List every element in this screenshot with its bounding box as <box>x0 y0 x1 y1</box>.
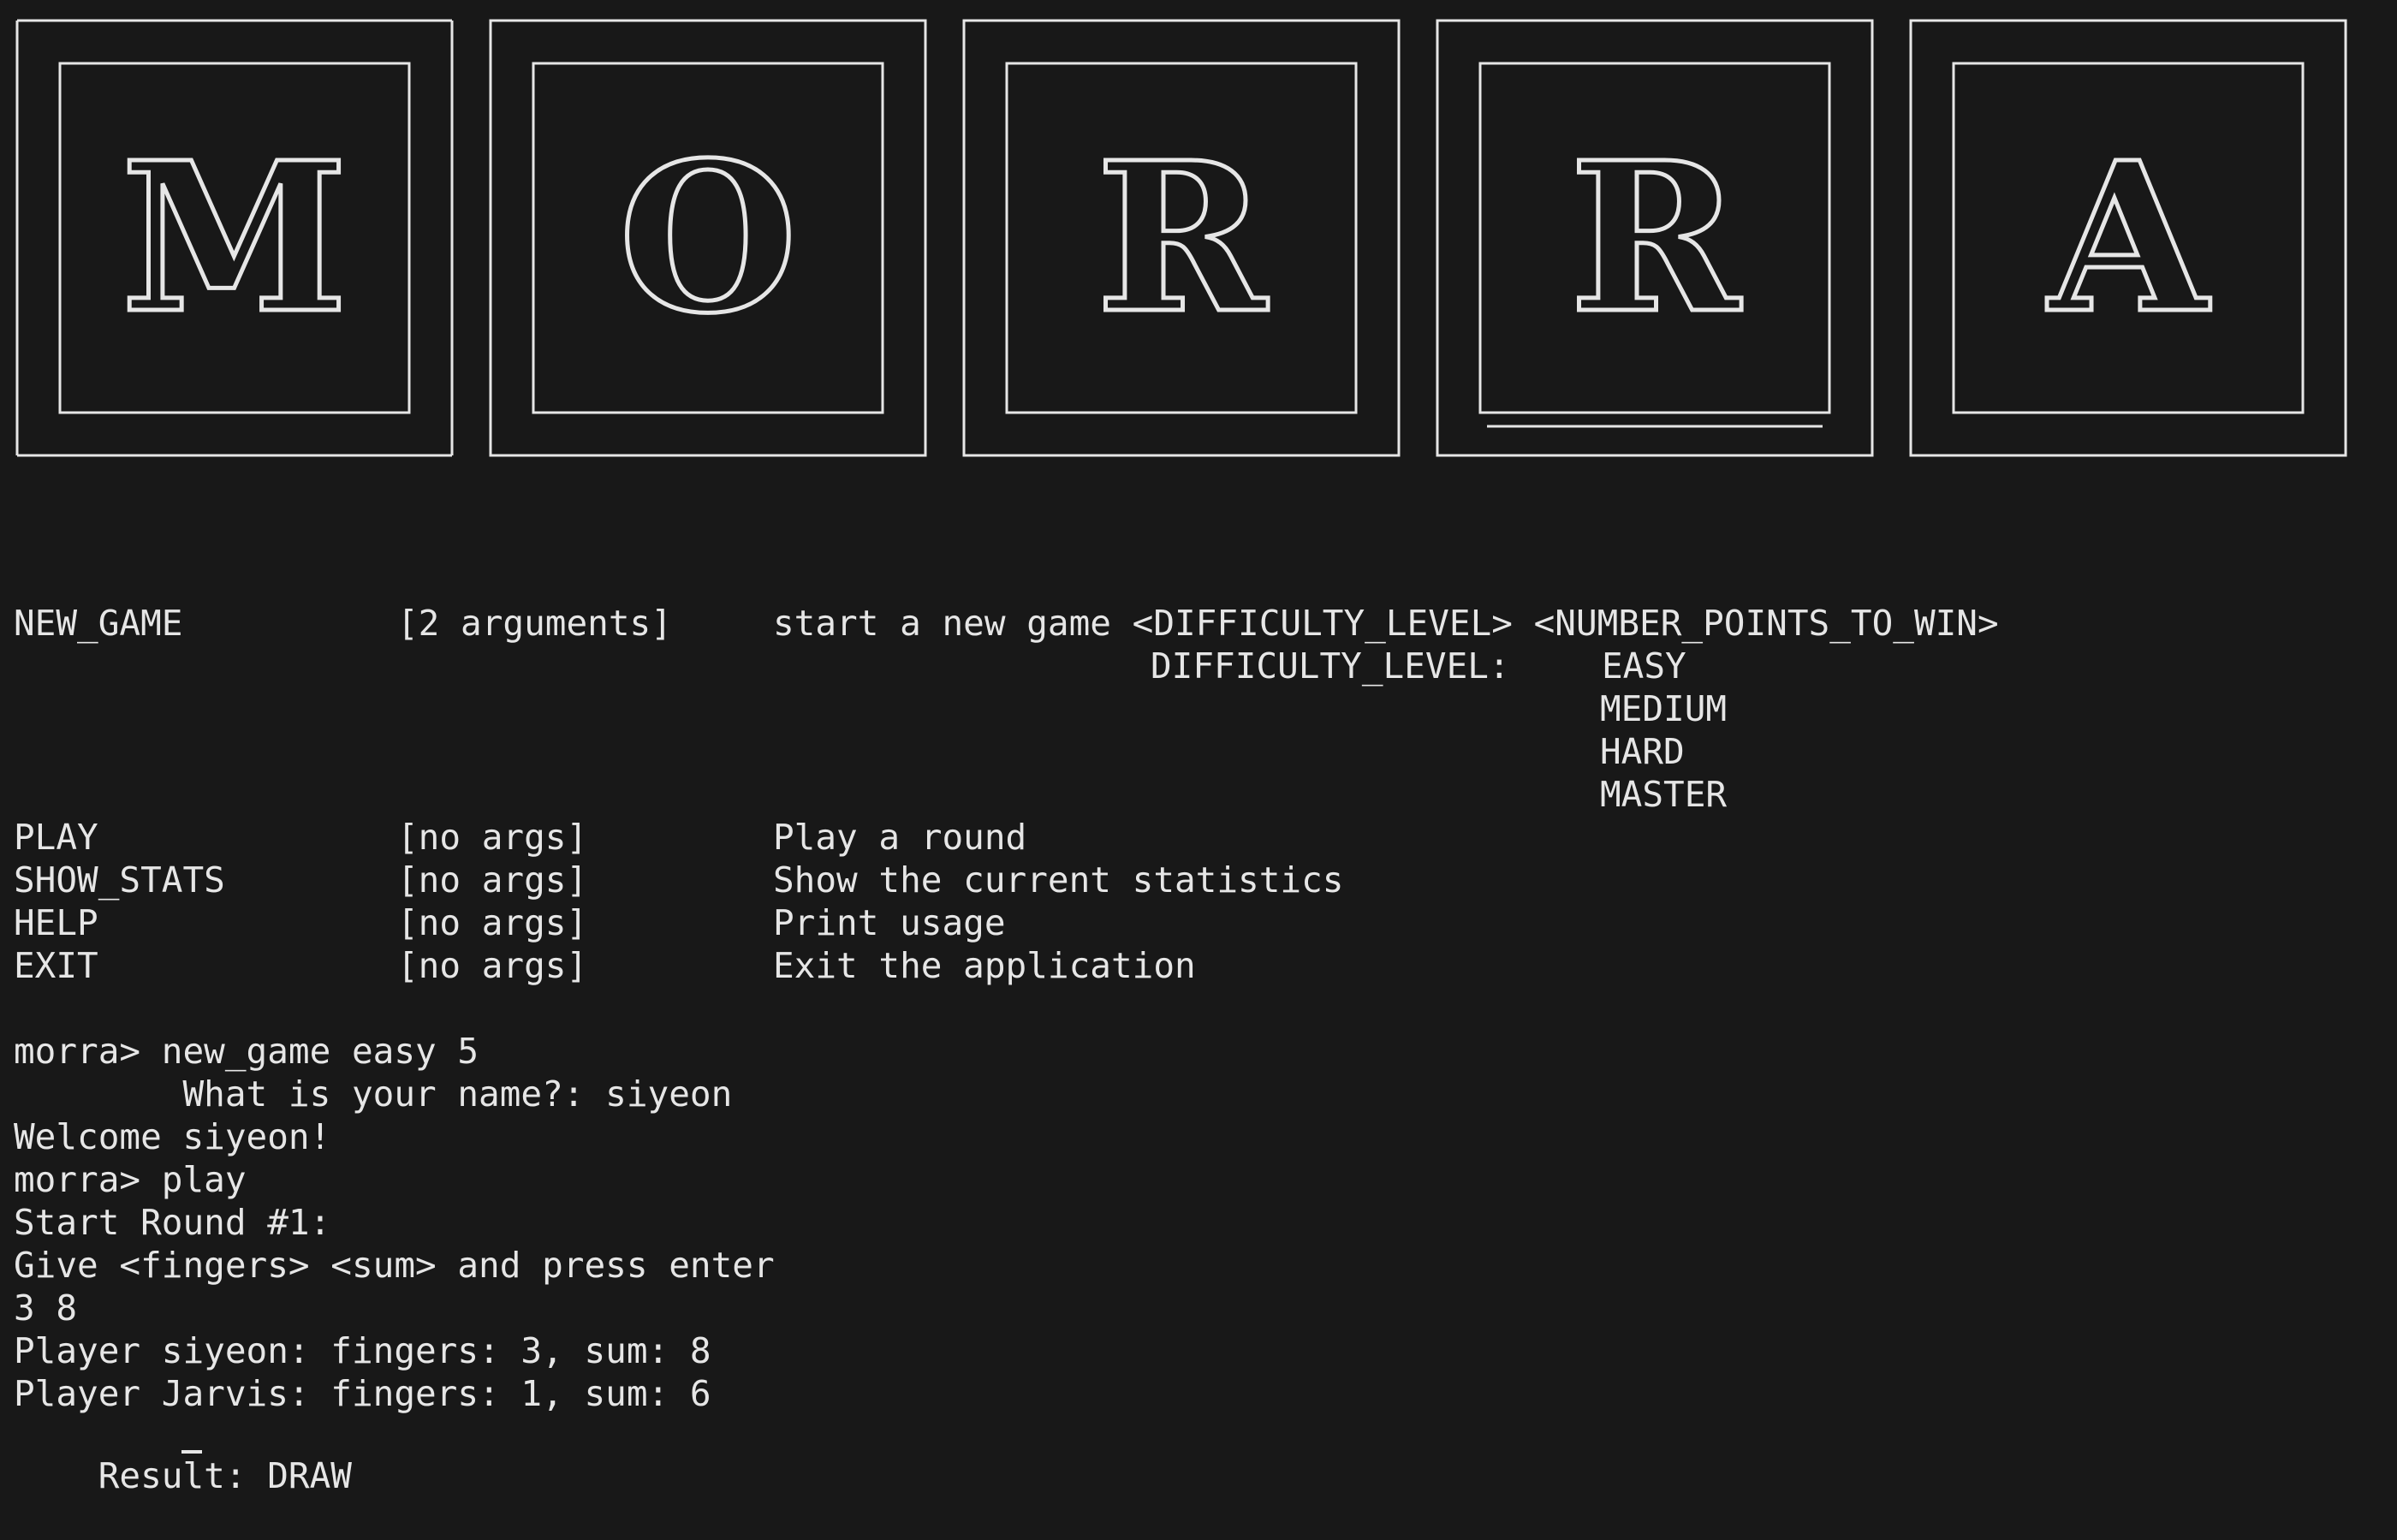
help-row-show-stats: SHOW_STATS [no args] Show the current st… <box>14 859 1343 901</box>
help-command: SHOW_STATS <box>14 859 225 901</box>
session-line-prompt: What is your name?: siyeon <box>14 1073 733 1115</box>
session-line-output: Player siyeon: fingers: 3, sum: 8 <box>14 1330 711 1371</box>
difficulty-row: DIFFICULTY_LEVEL: EASY <box>14 645 1686 687</box>
session-line-output: Give <fingers> <sum> and press enter <box>14 1245 775 1286</box>
session-line-output: Welcome siyeon! <box>14 1116 331 1157</box>
session-line-output: Player Jarvis: fingers: 1, sum: 6 <box>14 1373 711 1414</box>
help-row-new-game: NEW_GAME [2 arguments] start a new game … <box>14 602 1999 645</box>
difficulty-label: DIFFICULTY_LEVEL: <box>1151 645 1510 687</box>
help-description: Show the current statistics <box>773 859 1344 901</box>
help-args: [no args] <box>397 817 588 858</box>
help-args: [no args] <box>397 945 588 986</box>
banner-block-m: M <box>12 15 457 461</box>
difficulty-row: MEDIUM <box>14 687 1727 730</box>
help-row-play: PLAY [no args] Play a round <box>14 816 1026 859</box>
help-command: EXIT <box>14 945 98 986</box>
morra-banner: M O R R A <box>12 15 2385 461</box>
banner-block-o: O <box>485 15 931 461</box>
help-description: start a new game <DIFFICULTY_LEVEL> <NUM… <box>773 603 1999 644</box>
session-line-result[interactable]: Result: DRAW <box>14 1412 352 1496</box>
session-line-command: morra> play <box>14 1159 247 1200</box>
session-line-output: Start Round #1: <box>14 1202 331 1243</box>
help-row-help: HELP [no args] Print usage <box>14 901 1006 944</box>
terminal-cursor <box>181 1450 202 1454</box>
difficulty-level-hard: HARD <box>1600 731 1685 772</box>
help-args: [2 arguments] <box>397 603 672 644</box>
difficulty-level-easy: EASY <box>1602 645 1686 687</box>
help-args: [no args] <box>397 859 588 901</box>
banner-letter: R <box>1567 117 1742 359</box>
result-text: Result: DRAW <box>98 1455 352 1496</box>
session-line-command: morra> new_game easy 5 <box>14 1031 479 1072</box>
help-description: Print usage <box>773 902 1006 943</box>
banner-letter: M <box>119 117 351 359</box>
banner-letter: O <box>616 117 800 359</box>
difficulty-level-medium: MEDIUM <box>1600 688 1728 729</box>
session-line-input: 3 8 <box>14 1287 78 1329</box>
banner-letter: A <box>2046 117 2210 359</box>
help-command: HELP <box>14 902 98 943</box>
difficulty-level-master: MASTER <box>1600 774 1728 815</box>
difficulty-row: HARD <box>14 730 1685 773</box>
banner-block-r2: R <box>1432 15 1877 461</box>
help-command: NEW_GAME <box>14 603 183 644</box>
banner-letter: R <box>1094 117 1269 359</box>
help-args: [no args] <box>397 902 588 943</box>
terminal-window[interactable]: M O R R A NEW_GAME [2 arguments] start a… <box>0 0 2397 1496</box>
banner-block-r: R <box>959 15 1404 461</box>
help-description: Play a round <box>773 817 1027 858</box>
help-row-exit: EXIT [no args] Exit the application <box>14 944 1196 987</box>
help-command: PLAY <box>14 817 98 858</box>
difficulty-row: MASTER <box>14 773 1727 816</box>
banner-block-a: A <box>1906 15 2351 461</box>
help-description: Exit the application <box>773 945 1196 986</box>
